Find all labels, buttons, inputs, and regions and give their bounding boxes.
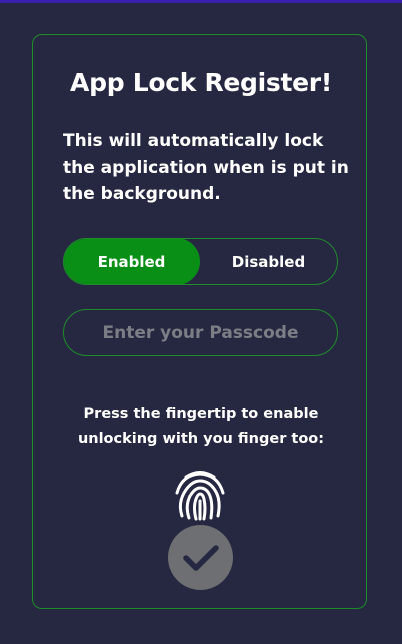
top-accent-bar (0, 0, 402, 3)
passcode-input[interactable] (63, 309, 338, 356)
confirm-button[interactable] (168, 525, 233, 590)
toggle-enabled-option[interactable]: Enabled (64, 239, 200, 284)
description-text: This will automatically lock the applica… (63, 131, 349, 204)
toggle-disabled-option[interactable]: Disabled (200, 239, 337, 284)
fingerprint-instructions: Press the fingertip to enable unlocking … (77, 406, 325, 447)
lock-toggle: Enabled Disabled (63, 238, 338, 285)
fingerprint-icon[interactable] (170, 468, 230, 522)
page-title: App Lock Register! (70, 68, 332, 97)
checkmark-icon (182, 544, 219, 571)
